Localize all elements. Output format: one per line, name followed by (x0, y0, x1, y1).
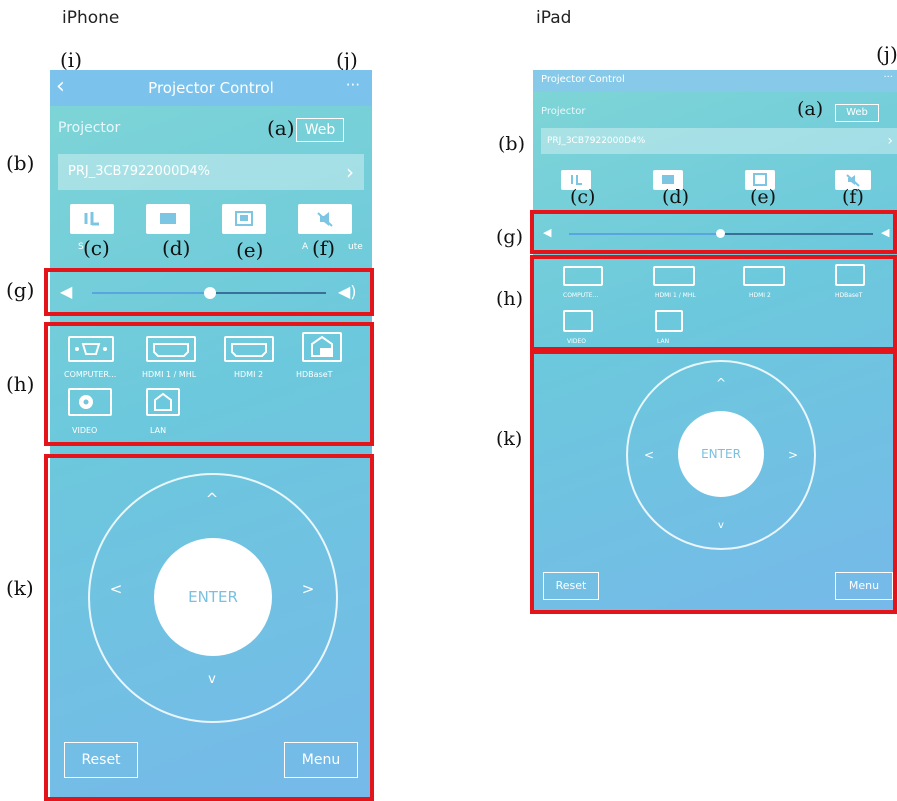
callout-h: (h) (6, 372, 35, 396)
ipad-chevron-right-icon: › (887, 133, 893, 149)
freeze-button[interactable] (146, 204, 190, 234)
callout-i: (i) (60, 48, 83, 72)
ipad-callout-k: (k) (496, 428, 523, 450)
callout-a: (a) (267, 116, 295, 140)
ipad-callout-b: (b) (498, 133, 525, 155)
av-mute-caption-tail: ute (348, 242, 363, 252)
highlight-sources (44, 322, 374, 446)
ipad-projector-select-row[interactable]: PRJ_3CB7922000D4% › (541, 128, 897, 154)
callout-g: (g) (6, 278, 35, 302)
screen-icon (160, 213, 176, 224)
ipad-projector-name: PRJ_3CB7922000D4% (547, 136, 646, 146)
projector-section-label: Projector (58, 120, 121, 136)
callout-k: (k) (6, 576, 34, 600)
iphone-label: iPhone (62, 8, 120, 28)
power-icon (84, 212, 99, 226)
test-pattern-icon (235, 211, 253, 226)
ipad-highlight-navigation (530, 350, 897, 614)
ipad-callout-h: (h) (496, 288, 524, 310)
ipad-callout-a: (a) (797, 98, 824, 120)
callout-j: (j) (336, 48, 358, 72)
ipad-web-button[interactable]: Web (835, 104, 879, 122)
pattern-button[interactable] (222, 204, 266, 234)
av-mute-caption: A (302, 242, 309, 252)
ipad-callout-d: (d) (662, 186, 689, 208)
ipad-highlight-volume (530, 210, 897, 254)
callout-c: (c) (83, 236, 110, 260)
ipad-callout-e: (e) (750, 186, 777, 208)
highlight-navigation (44, 454, 374, 801)
chevron-right-icon: › (346, 160, 354, 184)
web-button[interactable]: Web (296, 118, 344, 142)
ipad-title-bar: Projector Control ··· (533, 70, 897, 92)
power-button[interactable] (70, 204, 114, 234)
av-mute-button[interactable] (298, 204, 352, 234)
projector-name: PRJ_3CB7922000D4% (68, 164, 211, 179)
app-title: Projector Control (148, 79, 274, 97)
callout-b: (b) (6, 151, 35, 175)
callout-e: (e) (236, 238, 264, 262)
ipad-projector-section-label: Projector (541, 106, 586, 117)
ipad-app-title: Projector Control (541, 74, 625, 85)
highlight-volume (44, 268, 374, 316)
more-icon[interactable]: ··· (346, 76, 360, 94)
projector-select-row[interactable]: PRJ_3CB7922000D4% › (58, 154, 364, 190)
ipad-callout-c: (c) (570, 186, 596, 208)
ipad-callout-f: (f) (842, 186, 864, 208)
mute-icon (317, 212, 333, 227)
ipad-label: iPad (536, 8, 572, 28)
iphone-title-bar: ‹ Projector Control ··· (50, 70, 372, 106)
callout-d: (d) (162, 236, 191, 260)
callout-f: (f) (312, 236, 336, 260)
ipad-callout-g: (g) (496, 226, 523, 248)
ipad-callout-j: (j) (876, 42, 897, 66)
ipad-more-icon[interactable]: ··· (883, 72, 893, 83)
ipad-highlight-sources (530, 255, 897, 351)
